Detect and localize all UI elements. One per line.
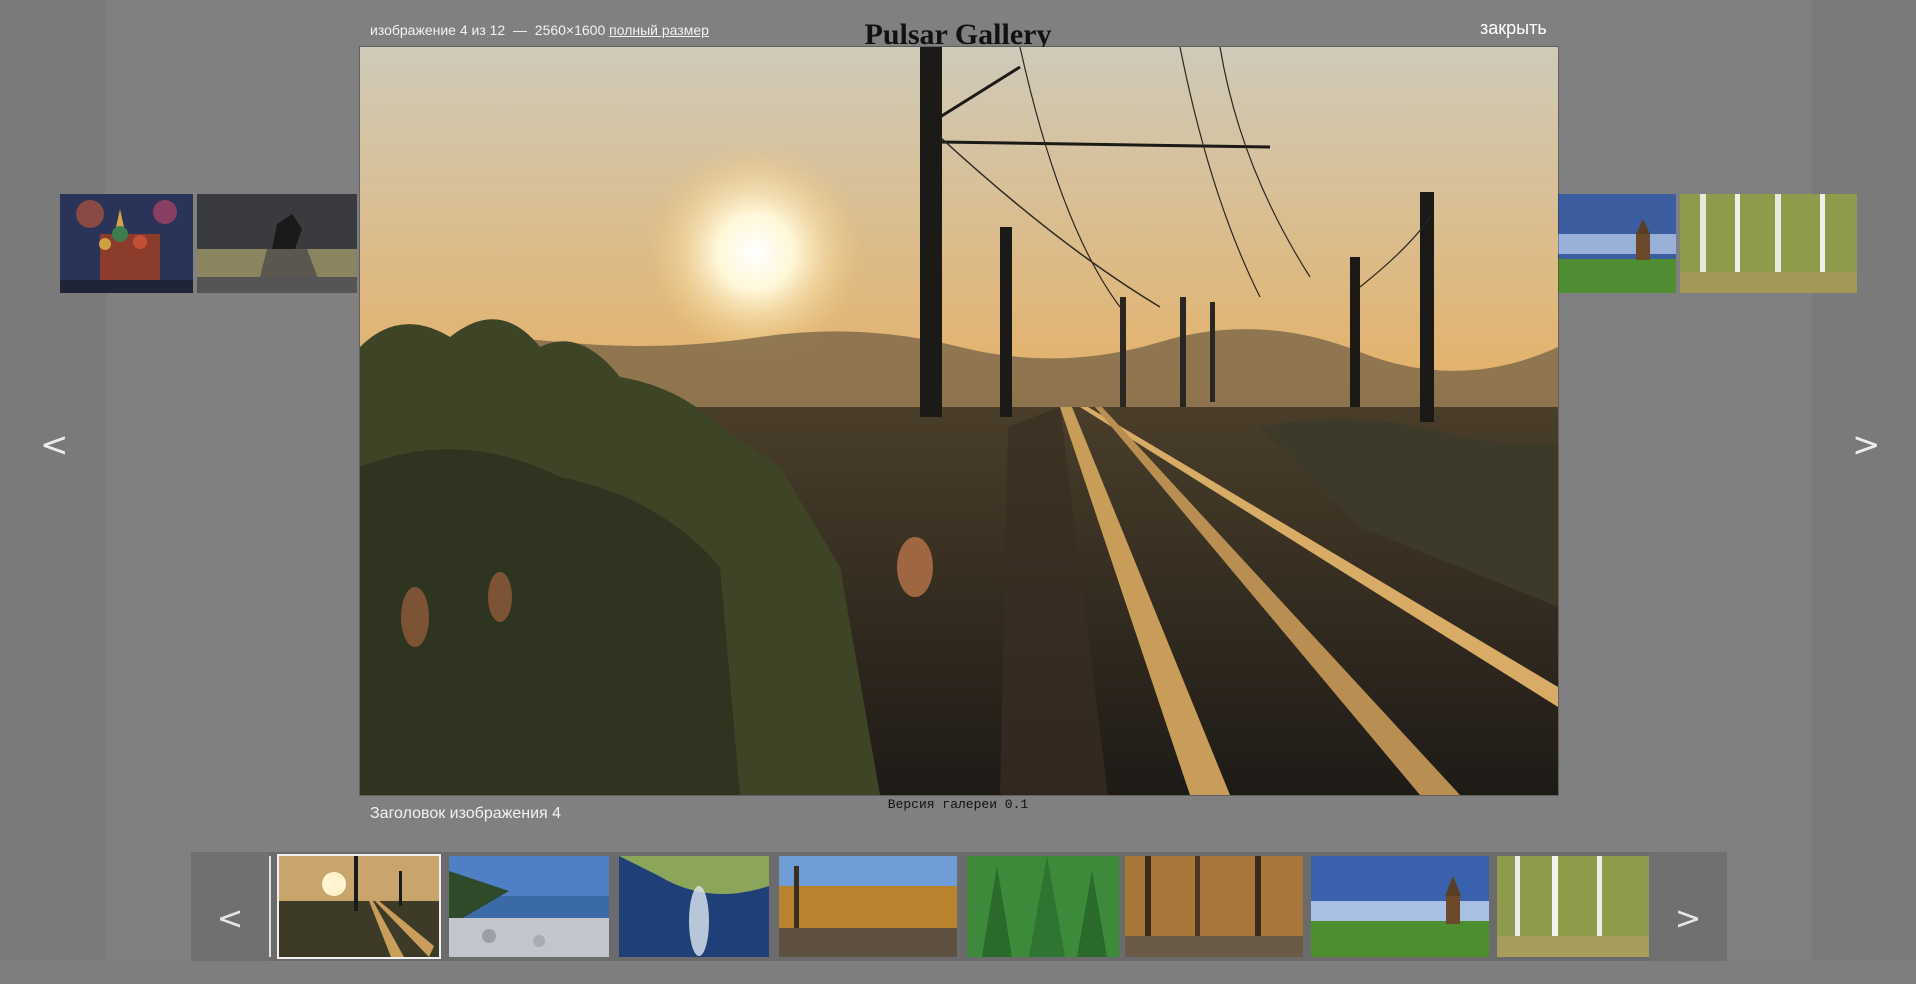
full-size-link[interactable]: полный размер xyxy=(609,22,709,38)
thumbnail-autumn-river[interactable] xyxy=(779,856,957,957)
thumbnail-green-forest[interactable] xyxy=(967,856,1119,957)
close-button[interactable]: закрыть xyxy=(1480,18,1547,39)
lightbox-prev-button[interactable]: < xyxy=(40,425,69,465)
side-thumb-birch-grove[interactable] xyxy=(1680,194,1857,293)
strip-prev-button[interactable]: < xyxy=(191,852,269,961)
thumbnail-autumn-woods[interactable] xyxy=(1125,856,1303,957)
version-label: Версия галереи 0.1 xyxy=(887,797,1029,812)
thumbnail-strip: < > xyxy=(191,852,1727,961)
main-image xyxy=(360,47,1558,795)
image-caption: Заголовок изображения 4 xyxy=(370,805,562,822)
thumbnail-rocky-shore[interactable] xyxy=(449,856,609,957)
strip-divider xyxy=(269,856,271,957)
thumbnail-birch-grove[interactable] xyxy=(1497,856,1649,957)
thumbnail-water-reflection[interactable] xyxy=(619,856,769,957)
lightbox-next-button[interactable]: > xyxy=(1852,425,1881,465)
thumbnail-wooden-church[interactable] xyxy=(1311,856,1489,957)
image-dimensions: 2560×1600 xyxy=(534,22,606,38)
side-thumb-st-basils[interactable] xyxy=(60,194,193,293)
thumbnail-railway-sunset[interactable] xyxy=(277,854,441,959)
info-separator: — xyxy=(513,22,527,38)
image-info: изображение 4 из 12 — 2560×1600 полный р… xyxy=(370,22,709,38)
side-thumb-wooden-church[interactable] xyxy=(1558,194,1676,293)
image-counter: изображение 4 из 12 xyxy=(370,22,506,38)
strip-next-button[interactable]: > xyxy=(1649,852,1727,961)
side-thumb-bronze-horseman[interactable] xyxy=(197,194,357,293)
